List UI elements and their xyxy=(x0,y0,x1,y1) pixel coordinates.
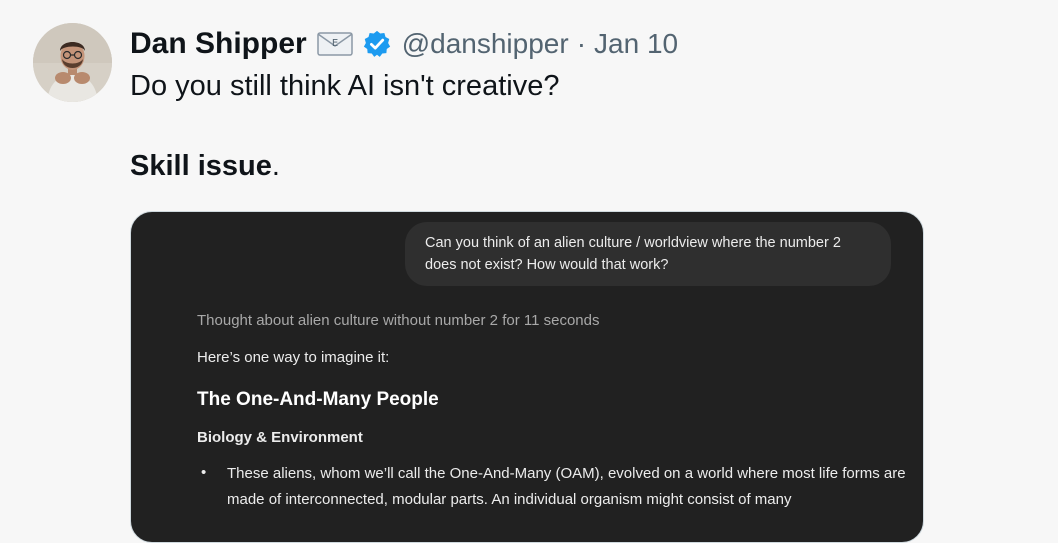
media-screenshot[interactable]: Can you think of an alien culture / worl… xyxy=(130,211,924,543)
response-intro: Here’s one way to imagine it: xyxy=(197,349,390,366)
author-handle[interactable]: @danshipper xyxy=(402,28,569,60)
avatar-image xyxy=(33,23,112,102)
tweet-bold-text: Skill issue xyxy=(130,150,272,182)
tweet-text-suffix: . xyxy=(271,150,280,182)
verified-badge-icon[interactable] xyxy=(362,29,392,59)
tweet-date[interactable]: Jan 10 xyxy=(594,28,678,60)
bullet-marker: • xyxy=(201,464,207,481)
response-heading: The One-And-Many People xyxy=(197,389,439,410)
bullet-text: These aliens, whom we’ll call the One-An… xyxy=(227,465,906,508)
tweet-header: Dan Shipper E @danshipper · Jan 10 xyxy=(130,24,678,64)
tweet-text-line-1: Do you still think AI isn't creative? xyxy=(130,70,560,102)
thought-summary: Thought about alien culture without numb… xyxy=(197,312,600,329)
tweet-text-line-2: Skill issue. xyxy=(130,150,280,183)
user-message-bubble: Can you think of an alien culture / worl… xyxy=(405,222,891,286)
svg-text:E: E xyxy=(332,38,338,49)
response-subheading: Biology & Environment xyxy=(197,429,363,446)
author-name[interactable]: Dan Shipper xyxy=(130,27,307,61)
separator-dot: · xyxy=(576,28,587,59)
avatar[interactable] xyxy=(33,23,112,102)
envelope-icon: E xyxy=(316,29,354,59)
